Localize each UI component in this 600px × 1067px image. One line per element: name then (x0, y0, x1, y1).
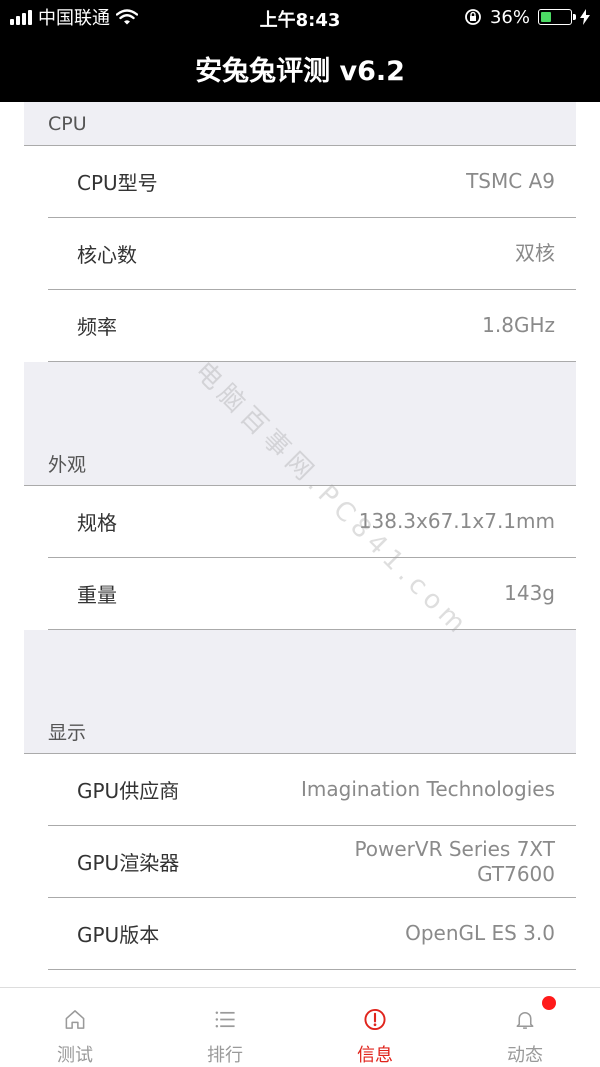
tab-info[interactable]: 信息 (300, 988, 450, 1067)
info-row: 屏幕尺寸4.7 inch (48, 970, 576, 987)
info-row-value: TSMC A9 (466, 169, 555, 193)
home-icon (65, 1010, 85, 1029)
info-list[interactable]: CPU CPU型号 TSMC A9 核心数 双核频率 1.8GHz 外观规格 138.3x67… (0, 102, 600, 987)
info-row-value: 双核 (515, 241, 555, 265)
tab-label: 排行 (207, 1045, 243, 1066)
info-row: CPU型号 TSMC A9 (48, 146, 576, 218)
info-row-value: Imagination Technologies (301, 777, 555, 801)
info-row: 规格 138.3x67.1x7.1mm (48, 486, 576, 558)
info-row: 重量 143g (48, 558, 576, 630)
tab-test[interactable]: 测试 (0, 988, 150, 1067)
tab-label: 动态 (507, 1045, 543, 1066)
section-spacer (24, 362, 576, 442)
rotation-lock-icon (465, 9, 481, 25)
info-row-label: 规格 (77, 511, 117, 535)
charging-icon (580, 9, 590, 25)
nav-bar: 安兔兔评测 v6.2 (0, 34, 600, 102)
info-row-value: PowerVR Series 7XT GT7600 (354, 836, 555, 886)
status-bar: 中国联通 上午8:43 36% (0, 0, 600, 34)
info-row-value: OpenGL ES 3.0 (405, 921, 555, 945)
battery-percent: 36% (489, 6, 530, 28)
info-row-label: 核心数 (77, 243, 137, 267)
tab-label: 测试 (57, 1045, 93, 1066)
info-row-label: GPU版本 (77, 923, 160, 947)
info-row-label: CPU型号 (77, 171, 158, 195)
section-header: CPU (24, 102, 576, 146)
battery-icon (538, 9, 576, 25)
tab-news[interactable]: 动态 (450, 988, 600, 1067)
notification-badge (542, 996, 556, 1010)
section-header: 显示 (24, 710, 576, 754)
section-header: 外观 (24, 442, 576, 486)
tab-bar: 测试 排行 信息 动态 (0, 987, 600, 1067)
info-row-label: GPU供应商 (77, 779, 180, 803)
tab-label: 信息 (357, 1045, 393, 1066)
page-title: 安兔兔评测 v6.2 (195, 55, 405, 87)
info-row-value: 138.3x67.1x7.1mm (358, 509, 555, 533)
tab-ranking[interactable]: 排行 (150, 988, 300, 1067)
info-row-label: GPU渲染器 (77, 851, 180, 875)
bell-icon (516, 1012, 534, 1029)
info-row-value: 143g (504, 581, 555, 605)
section-spacer (24, 630, 576, 710)
info-row: 核心数 双核 (48, 218, 576, 290)
info-list-inner: CPU CPU型号 TSMC A9 核心数 双核频率 1.8GHz 外观规格 138.3x67… (24, 102, 576, 987)
info-row-value: 1.8GHz (482, 313, 555, 337)
info-row-label: 频率 (77, 315, 117, 339)
info-row: GPU版本 OpenGL ES 3.0 (48, 898, 576, 970)
info-row: GPU渲染器 PowerVR Series 7XT GT7600 (48, 826, 576, 898)
info-row-label: 重量 (77, 583, 117, 607)
info-row: GPU供应商 Imagination Technologies (48, 754, 576, 826)
info-row: 频率 1.8GHz (48, 290, 576, 362)
list-icon (215, 1011, 235, 1028)
status-right: 36% (464, 6, 590, 28)
info-alert-icon (364, 1008, 386, 1031)
